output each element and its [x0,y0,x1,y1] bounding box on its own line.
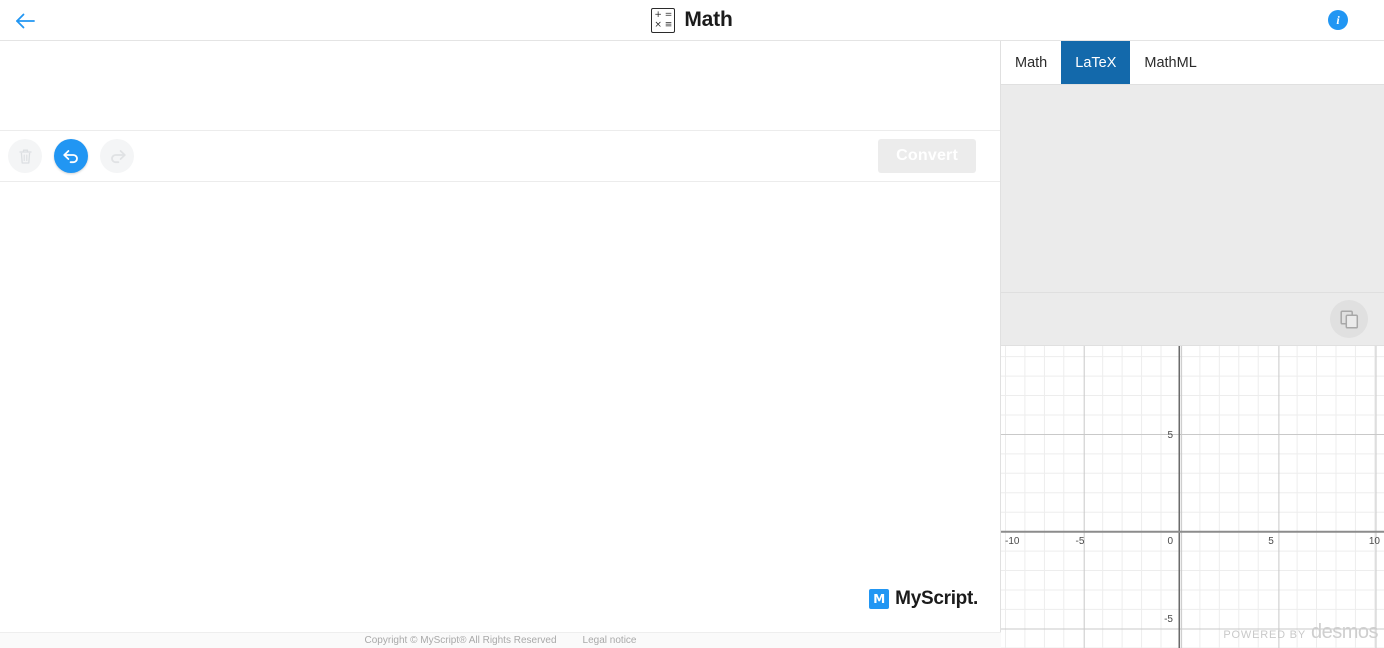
copyright-text: Copyright © MyScript® All Rights Reserve… [364,635,557,646]
app-title-text: Math [684,8,733,31]
redo-icon [110,149,126,163]
legal-notice-link[interactable]: Legal notice [583,635,637,646]
math-app-window: + = × ≡ Math i Convert M MyScript. Math … [0,0,1384,648]
result-output-box[interactable] [1001,85,1384,293]
math-icon-row-top: + = [654,9,673,20]
editor-toolbar: Convert [0,130,1000,182]
app-header: + = × ≡ Math i [0,0,1384,41]
ink-area-top[interactable] [0,41,1000,130]
convert-button[interactable]: Convert [878,139,976,173]
graph-canvas: -10 -5 0 5 10 5 -5 [1001,346,1384,648]
erase-button[interactable] [8,139,42,173]
x-tick-label: -10 [1005,536,1020,547]
info-icon[interactable]: i [1328,10,1348,30]
copy-icon [1339,309,1358,329]
x-tick-label: 5 [1268,536,1274,547]
result-tabs: Math LaTeX MathML [1001,41,1384,85]
writing-pane: Convert M MyScript. [0,41,1001,632]
undo-icon [62,149,78,163]
undo-button[interactable] [54,139,88,173]
tab-mathml[interactable]: MathML [1130,41,1210,84]
page-title: + = × ≡ Math [0,0,1384,40]
trash-icon [18,149,32,164]
math-icon-row-bottom: × ≡ [654,19,673,30]
myscript-logo: M MyScript. [869,588,978,610]
page-footer: Copyright © MyScript® All Rights Reserve… [0,632,1001,648]
myscript-mark-icon: M [869,589,890,609]
tab-latex[interactable]: LaTeX [1061,41,1131,84]
redo-button[interactable] [100,139,134,173]
math-symbols-icon: + = × ≡ [651,7,676,33]
myscript-wordmark: MyScript. [895,588,978,609]
copy-button[interactable] [1330,300,1368,338]
ink-canvas[interactable]: M MyScript. [0,182,1000,632]
copy-toolbar [1001,293,1384,345]
x-tick-label: 0 [1167,536,1173,547]
x-tick-label: 10 [1369,536,1381,547]
result-pane: Math LaTeX MathML -10 -5 0 5 10 5 -5 POW… [1001,41,1384,648]
y-tick-label: 5 [1167,430,1173,441]
x-tick-label: -5 [1076,536,1085,547]
desmos-graph[interactable]: -10 -5 0 5 10 5 -5 POWERED BY desmos [1001,345,1384,648]
tab-math[interactable]: Math [1001,41,1061,84]
y-tick-label: -5 [1164,614,1173,625]
